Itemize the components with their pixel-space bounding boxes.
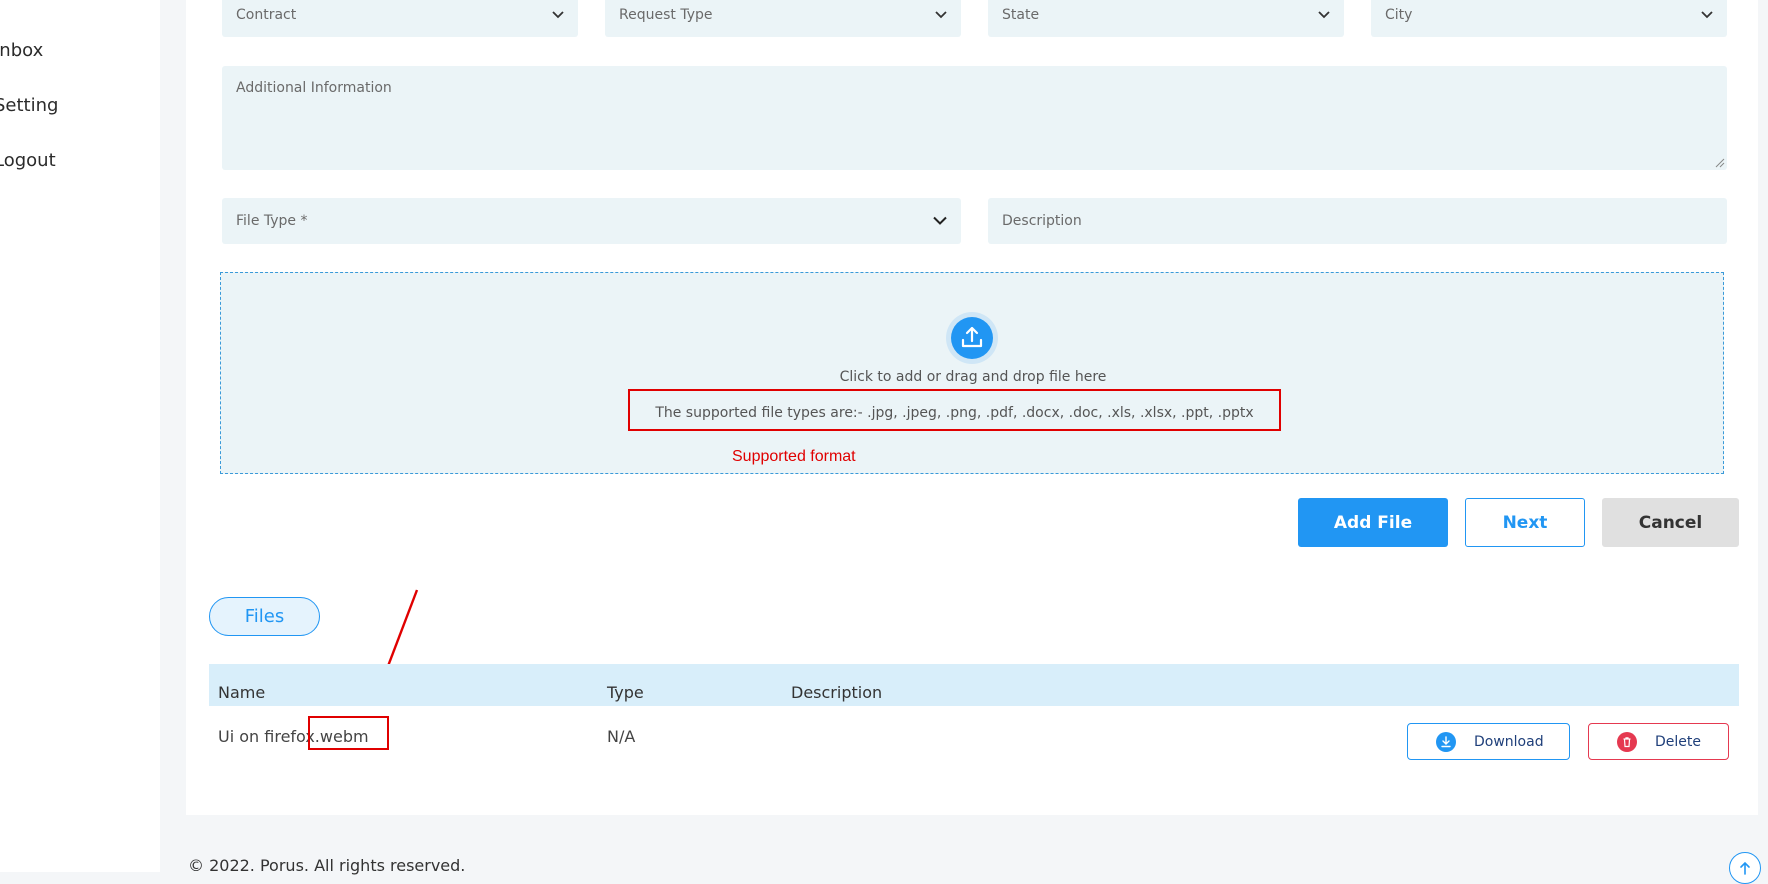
sidebar: Inbox Setting Logout [0, 0, 160, 872]
chevron-down-icon [1318, 10, 1330, 18]
chevron-down-icon [552, 10, 564, 18]
next-button[interactable]: Next [1465, 498, 1585, 547]
description-input[interactable]: Description [988, 198, 1727, 244]
request-type-select-label: Request Type [619, 6, 713, 23]
column-header-name: Name [218, 683, 266, 702]
chevron-down-icon [1701, 10, 1713, 18]
download-label: Download [1474, 733, 1544, 750]
resize-handle-icon[interactable] [1715, 158, 1725, 168]
description-placeholder: Description [1002, 213, 1082, 229]
cancel-button[interactable]: Cancel [1602, 498, 1739, 547]
tab-files[interactable]: Files [209, 597, 320, 636]
city-select[interactable]: City [1371, 0, 1727, 37]
arrow-up-icon [1740, 861, 1750, 875]
additional-information-placeholder: Additional Information [236, 80, 392, 96]
trash-icon [1617, 731, 1637, 752]
file-type-cell: N/A [607, 727, 636, 746]
sidebar-item-logout[interactable]: Logout [0, 150, 56, 171]
file-type-label: File Type * [236, 213, 308, 229]
file-type-select[interactable]: File Type * [222, 198, 961, 244]
delete-button[interactable]: Delete [1588, 723, 1729, 760]
dropzone-instruction: Click to add or drag and drop file here [839, 369, 1107, 385]
footer-copyright: © 2022. Porus. All rights reserved. [188, 856, 466, 875]
sidebar-item-inbox[interactable]: Inbox [0, 40, 43, 61]
annotation-supported-format-label: Supported format [732, 448, 856, 465]
chevron-down-icon [933, 216, 947, 225]
state-select-label: State [1002, 6, 1040, 23]
additional-information-textarea[interactable]: Additional Information [222, 66, 1727, 170]
annotation-extension-highlight-box [308, 716, 389, 750]
download-button[interactable]: Download [1407, 723, 1570, 760]
contract-select-label: Contract [236, 6, 297, 23]
delete-label: Delete [1655, 733, 1701, 750]
contract-select[interactable]: Contract [222, 0, 578, 37]
scroll-to-top-button[interactable] [1729, 852, 1761, 884]
chevron-down-icon [935, 10, 947, 18]
download-icon [1436, 731, 1456, 752]
request-type-select[interactable]: Request Type [605, 0, 961, 37]
column-header-type: Type [607, 683, 644, 702]
state-select[interactable]: State [988, 0, 1344, 37]
upload-icon[interactable] [946, 312, 998, 364]
sidebar-item-setting[interactable]: Setting [0, 95, 58, 116]
table-header [209, 664, 1739, 706]
city-select-label: City [1385, 6, 1413, 23]
supported-file-types-text: The supported file types are:- .jpg, .jp… [655, 405, 1254, 421]
add-file-button[interactable]: Add File [1298, 498, 1448, 547]
column-header-description: Description [791, 683, 883, 702]
